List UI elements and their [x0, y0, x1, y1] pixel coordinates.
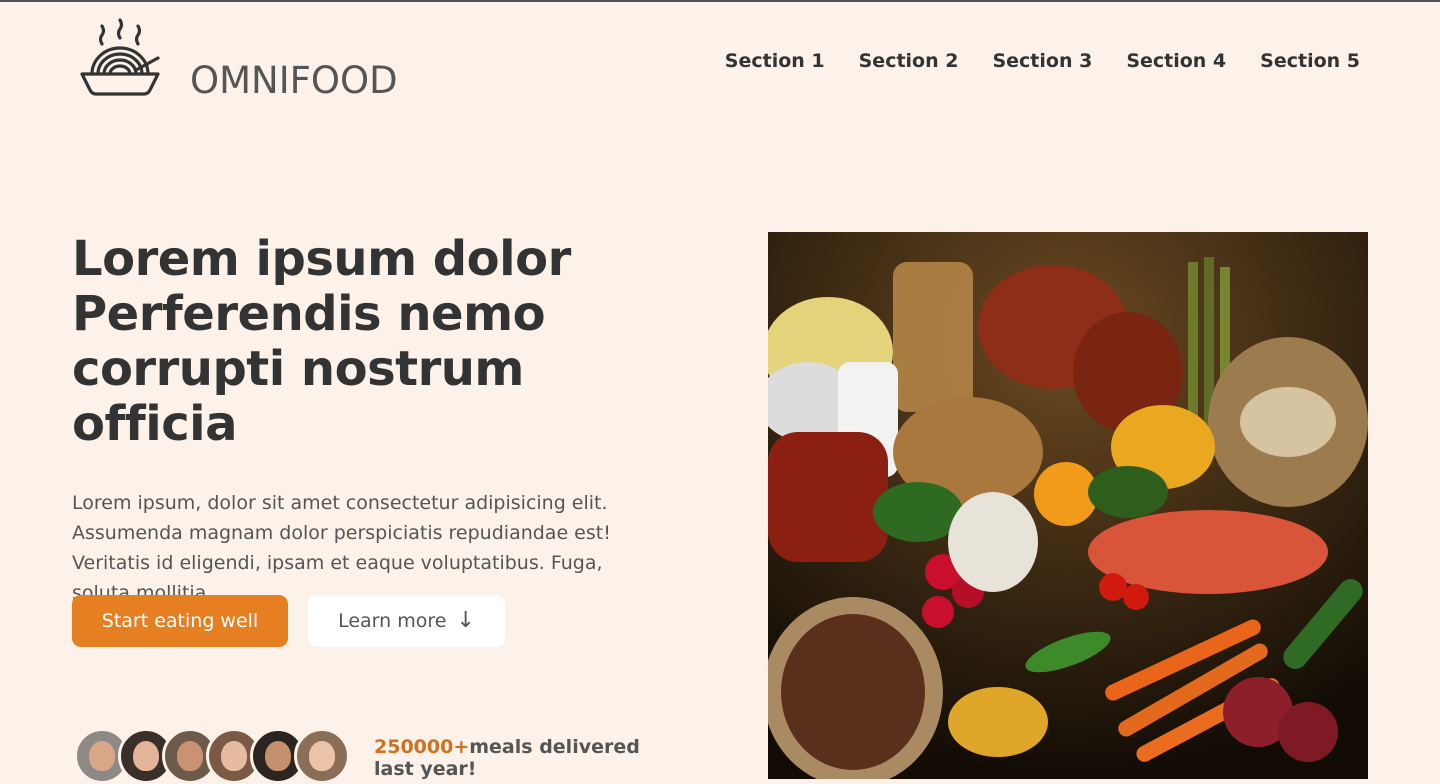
main-nav: Section 1 Section 2 Section 3 Section 4 …: [725, 50, 1360, 72]
hero-food-image: [768, 232, 1368, 779]
learn-more-button[interactable]: Learn more ↓: [308, 595, 505, 647]
hero-buttons: Start eating well Learn more ↓: [72, 595, 505, 647]
noodle-bowl-logo-icon: [80, 18, 160, 96]
hero-title-line-3: corrupti nostrum officia: [72, 341, 524, 452]
header: OMNIFOOD Section 1 Section 2 Section 3 S…: [0, 0, 1440, 130]
customer-avatars: [74, 728, 350, 784]
nav-item-section-3[interactable]: Section 3: [992, 50, 1092, 72]
meals-delivered-text: 250000+meals delivered last year!: [374, 736, 664, 784]
hero-title-line-1: Lorem ipsum dolor: [72, 231, 571, 287]
hero-description: Lorem ipsum, dolor sit amet consectetur …: [72, 492, 611, 604]
food-illustration: [768, 232, 1368, 779]
meals-count: 250000+: [374, 736, 470, 758]
hero-title: Lorem ipsum dolor Perferendis nemo corru…: [72, 232, 672, 452]
start-eating-well-button[interactable]: Start eating well: [72, 595, 288, 647]
hero-title-line-2: Perferendis nemo: [72, 286, 546, 342]
arrow-down-icon: ↓: [456, 608, 475, 633]
learn-more-label: Learn more: [338, 610, 447, 632]
logo[interactable]: OMNIFOOD: [78, 16, 398, 102]
nav-item-section-5[interactable]: Section 5: [1260, 50, 1360, 72]
avatar: [294, 728, 350, 784]
nav-item-section-4[interactable]: Section 4: [1126, 50, 1226, 72]
brand-name: OMNIFOOD: [190, 59, 398, 102]
nav-item-section-2[interactable]: Section 2: [859, 50, 959, 72]
meals-delivered: 250000+meals delivered last year!: [74, 728, 664, 784]
hero-text: Lorem ipsum dolor Perferendis nemo corru…: [72, 232, 672, 608]
nav-item-section-1[interactable]: Section 1: [725, 50, 825, 72]
